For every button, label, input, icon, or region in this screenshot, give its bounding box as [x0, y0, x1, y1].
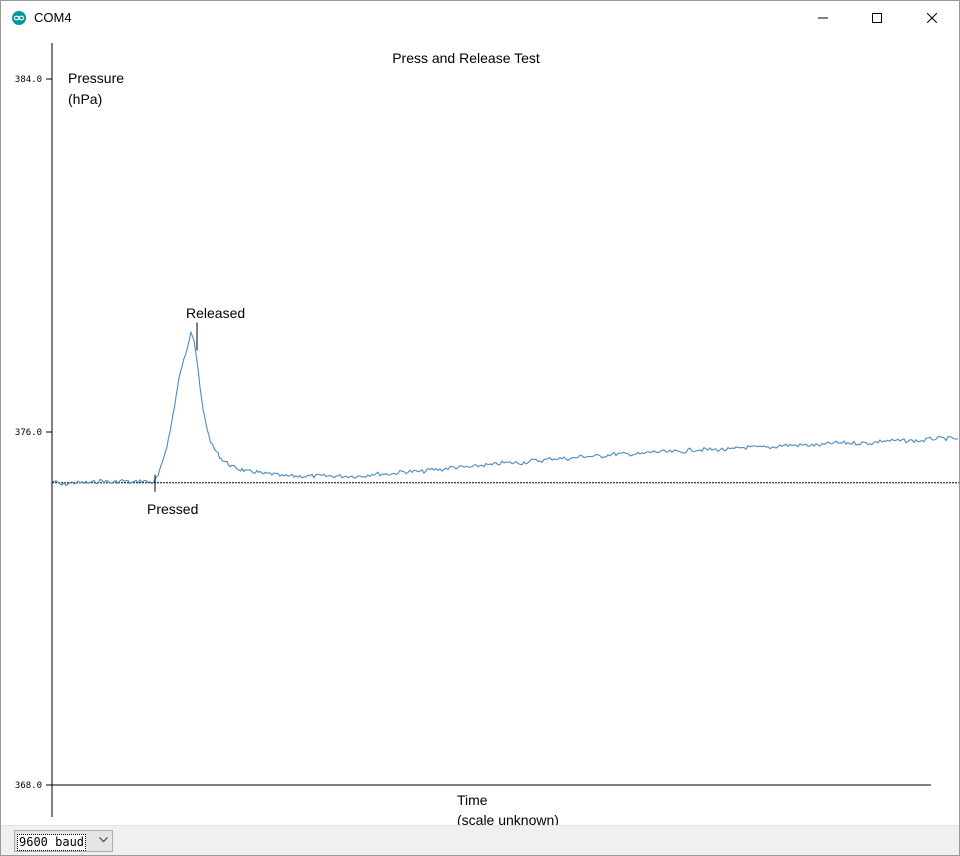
y-tick-label: 368.0 — [15, 781, 42, 791]
chevron-down-icon — [99, 837, 108, 843]
pressed-label: Pressed — [147, 501, 198, 517]
y-tick-label: 384.0 — [15, 75, 42, 85]
y-tick-group: 384.0 376.0 368.0 — [15, 75, 52, 791]
minimize-button[interactable] — [800, 1, 846, 35]
serial-plotter-window: COM4 384.0 376.0 368.0 Press and Release T… — [0, 0, 960, 856]
bottom-toolbar: 9600 baud — [1, 825, 959, 855]
maximize-button[interactable] — [854, 1, 900, 35]
pressure-chart: 384.0 376.0 368.0 Press and Release Test P… — [15, 43, 959, 828]
baud-rate-select[interactable]: 9600 baud — [14, 830, 113, 852]
close-icon — [927, 13, 937, 23]
y-axis-label-line2: (hPa) — [68, 91, 102, 107]
y-axis-label-line1: Pressure — [68, 70, 124, 86]
x-axis-label-line1: Time — [457, 792, 488, 808]
arduino-infinity-icon — [12, 11, 26, 25]
y-tick-label: 376.0 — [15, 428, 42, 438]
baud-rate-value: 9600 baud — [17, 834, 87, 851]
chart-title: Press and Release Test — [392, 50, 540, 66]
x-axis-label-line2: (scale unknown) — [457, 812, 559, 825]
title-bar[interactable]: COM4 — [1, 1, 959, 35]
minimize-icon — [818, 17, 828, 19]
released-label: Released — [186, 305, 245, 321]
close-button[interactable] — [909, 1, 955, 35]
window-title: COM4 — [34, 10, 72, 25]
maximize-icon — [872, 13, 882, 23]
pressure-series-line — [51, 330, 959, 487]
plot-area[interactable]: 384.0 376.0 368.0 Press and Release Test P… — [1, 35, 959, 828]
